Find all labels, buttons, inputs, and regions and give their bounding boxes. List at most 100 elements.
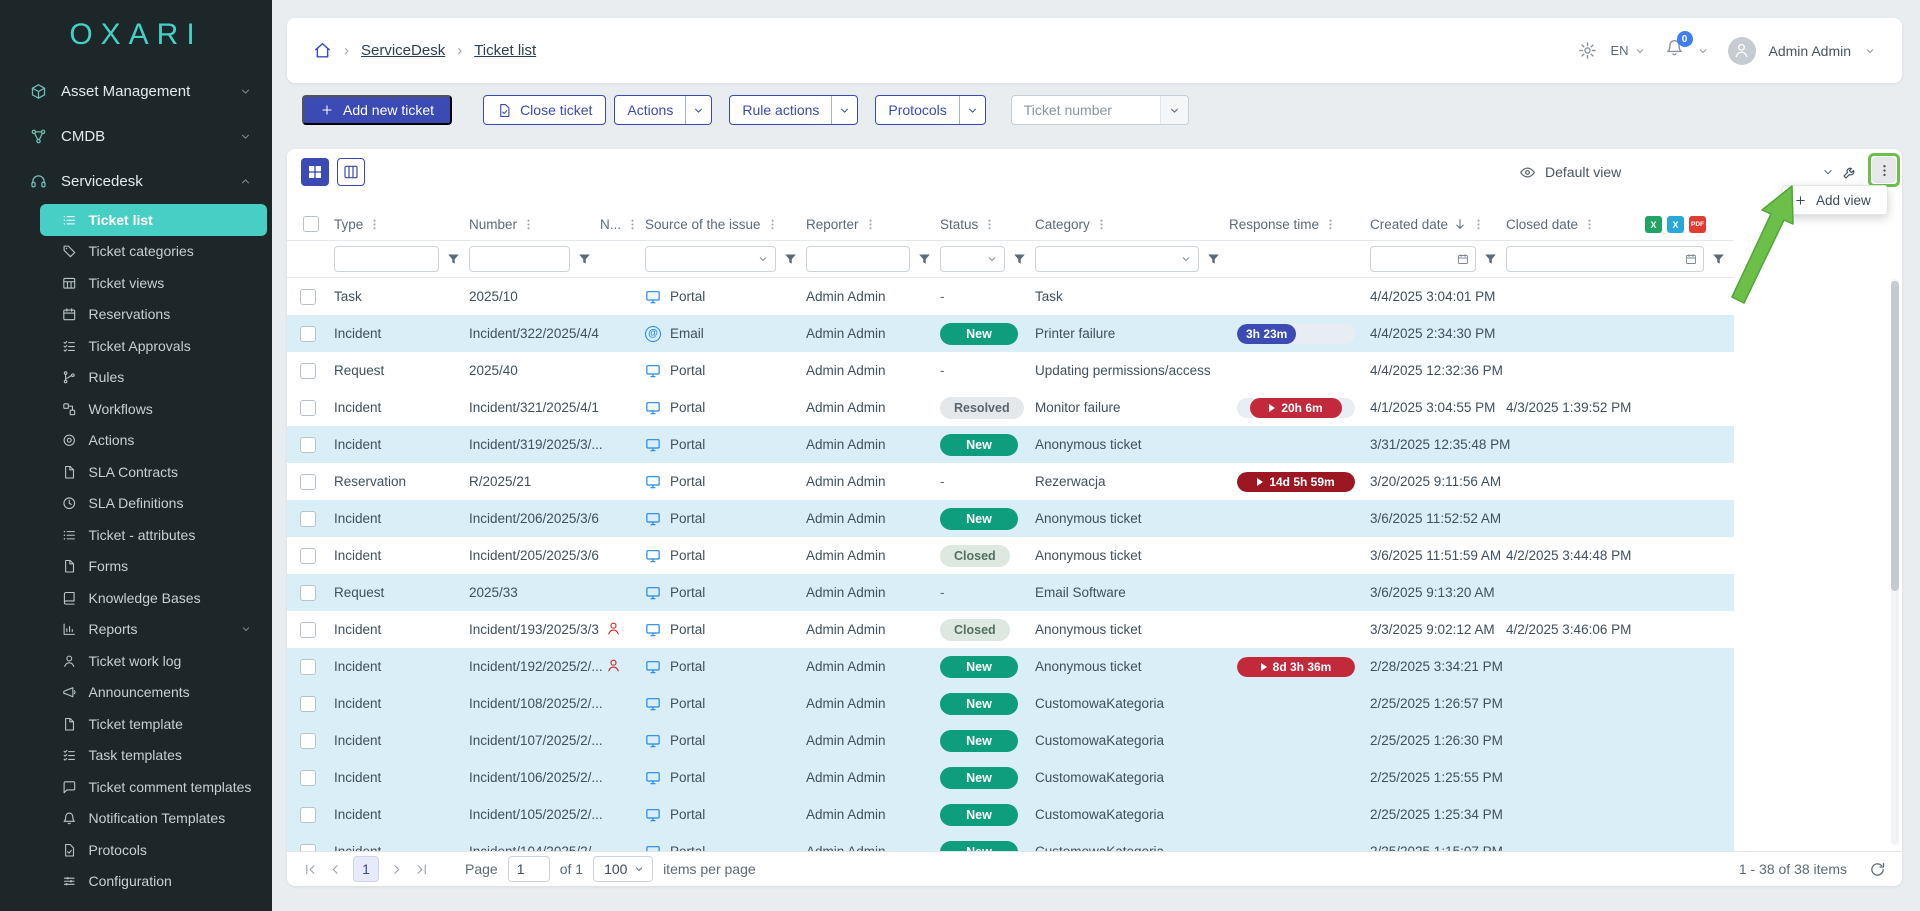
ticket-row[interactable]: IncidentIncident/319/2025/3/...PortalAdm… bbox=[287, 426, 1734, 463]
sidebar-item-workflows[interactable]: Workflows bbox=[0, 393, 272, 425]
ticket-number-select[interactable]: Ticket number bbox=[1011, 95, 1189, 125]
filter-status-input[interactable] bbox=[941, 247, 986, 271]
ticket-row[interactable]: Request2025/40PortalAdmin Admin-Updating… bbox=[287, 352, 1734, 389]
refresh-icon[interactable] bbox=[1869, 861, 1886, 878]
view-menu-button[interactable] bbox=[1872, 157, 1896, 183]
sidebar-item-reservations[interactable]: Reservations bbox=[0, 299, 272, 331]
ticket-row[interactable]: IncidentIncident/105/2025/2/...PortalAdm… bbox=[287, 796, 1734, 833]
sidebar-item-ticket-views[interactable]: Ticket views bbox=[0, 267, 272, 299]
page-size-select[interactable]: 100 bbox=[593, 856, 653, 882]
filter-number-box[interactable] bbox=[469, 246, 570, 272]
sidebar-item-asset-management[interactable]: Asset Management bbox=[0, 69, 272, 114]
user-menu[interactable]: Admin Admin bbox=[1769, 43, 1851, 59]
filter-funnel-icon[interactable] bbox=[917, 252, 932, 267]
column-view-toggle[interactable] bbox=[337, 158, 365, 186]
filter-created-box[interactable] bbox=[1370, 246, 1476, 272]
filter-closed-input[interactable] bbox=[1507, 247, 1685, 271]
ticket-row[interactable]: IncidentIncident/107/2025/2/...PortalAdm… bbox=[287, 722, 1734, 759]
column-menu-icon[interactable] bbox=[1324, 218, 1337, 231]
row-checkbox[interactable] bbox=[300, 622, 316, 638]
close-ticket-button[interactable]: Close ticket bbox=[483, 95, 606, 125]
sidebar-item-ticket-work-log[interactable]: Ticket work log bbox=[0, 645, 272, 677]
first-page-button[interactable] bbox=[303, 862, 318, 877]
brand-logo[interactable]: OXARI bbox=[0, 0, 272, 69]
column-menu-icon[interactable] bbox=[1095, 218, 1108, 231]
filter-funnel-icon[interactable] bbox=[1483, 252, 1498, 267]
sidebar-item-sla-contracts[interactable]: SLA Contracts bbox=[0, 456, 272, 488]
filter-funnel-icon[interactable] bbox=[1012, 252, 1027, 267]
column-header-created[interactable]: Created date bbox=[1370, 217, 1506, 232]
ticket-row[interactable]: IncidentIncident/322/2025/4/4@EmailAdmin… bbox=[287, 315, 1734, 352]
settings-gear-icon[interactable] bbox=[1578, 41, 1597, 60]
column-menu-icon[interactable] bbox=[368, 218, 381, 231]
column-header-type[interactable]: Type bbox=[334, 217, 469, 232]
filter-funnel-icon[interactable] bbox=[1206, 252, 1221, 267]
ticket-row[interactable]: IncidentIncident/206/2025/3/6PortalAdmin… bbox=[287, 500, 1734, 537]
filter-type-input[interactable] bbox=[335, 247, 438, 271]
row-checkbox[interactable] bbox=[300, 585, 316, 601]
sidebar-item-forms[interactable]: Forms bbox=[0, 551, 272, 583]
column-menu-icon[interactable] bbox=[983, 218, 996, 231]
column-header-source[interactable]: Source of the issue bbox=[645, 217, 806, 232]
chevron-down-icon[interactable] bbox=[1864, 45, 1876, 57]
row-checkbox[interactable] bbox=[300, 511, 316, 527]
avatar[interactable] bbox=[1728, 37, 1756, 65]
protocols-dropdown[interactable]: Protocols bbox=[875, 95, 985, 125]
add-view-menu-item[interactable]: Add view bbox=[1783, 186, 1887, 214]
ticket-row[interactable]: IncidentIncident/321/2025/4/1PortalAdmin… bbox=[287, 389, 1734, 426]
column-header-status[interactable]: Status bbox=[940, 217, 1035, 232]
filter-funnel-icon[interactable] bbox=[577, 252, 592, 267]
ticket-row[interactable]: Task2025/10PortalAdmin Admin-Task4/4/202… bbox=[287, 278, 1734, 315]
filter-number-input[interactable] bbox=[470, 247, 569, 271]
row-checkbox[interactable] bbox=[300, 474, 316, 490]
column-menu-icon[interactable] bbox=[626, 218, 639, 231]
row-checkbox[interactable] bbox=[300, 548, 316, 564]
row-checkbox[interactable] bbox=[300, 659, 316, 675]
scrollbar-thumb[interactable] bbox=[1891, 281, 1899, 591]
sidebar-item-task-templates[interactable]: Task templates bbox=[0, 740, 272, 772]
column-header-category[interactable]: Category bbox=[1035, 217, 1229, 232]
sidebar-item-servicedesk[interactable]: Servicedesk bbox=[0, 159, 272, 204]
next-page-button[interactable] bbox=[389, 862, 404, 877]
sidebar-item-ticket-attributes[interactable]: Ticket - attributes bbox=[0, 519, 272, 551]
column-menu-icon[interactable] bbox=[766, 218, 779, 231]
sidebar-item-protocols[interactable]: Protocols bbox=[0, 834, 272, 866]
page-number-input[interactable] bbox=[508, 856, 550, 882]
sidebar-item-configuration[interactable]: Configuration bbox=[0, 866, 272, 898]
current-page-button[interactable]: 1 bbox=[353, 856, 379, 882]
breadcrumb-servicedesk[interactable]: ServiceDesk bbox=[361, 42, 445, 59]
ticket-row[interactable]: IncidentIncident/193/2025/3/3PortalAdmin… bbox=[287, 611, 1734, 648]
ticket-row[interactable]: Request2025/33PortalAdmin Admin-Email So… bbox=[287, 574, 1734, 611]
view-settings-button[interactable] bbox=[1836, 158, 1864, 186]
grid-view-toggle[interactable] bbox=[301, 158, 329, 186]
filter-funnel-icon[interactable] bbox=[1711, 252, 1726, 267]
filter-category-input[interactable] bbox=[1036, 247, 1180, 271]
ticket-row[interactable]: ReservationR/2025/21PortalAdmin Admin-Re… bbox=[287, 463, 1734, 500]
ticket-row[interactable]: IncidentIncident/106/2025/2/...PortalAdm… bbox=[287, 759, 1734, 796]
ticket-row[interactable]: IncidentIncident/192/2025/2/...PortalAdm… bbox=[287, 648, 1734, 685]
sidebar-item-ticket-template[interactable]: Ticket template bbox=[0, 708, 272, 740]
last-page-button[interactable] bbox=[414, 862, 429, 877]
sidebar-item-actions[interactable]: Actions bbox=[0, 425, 272, 457]
sidebar-item-knowledge-bases[interactable]: Knowledge Bases bbox=[0, 582, 272, 614]
filter-reporter-box[interactable] bbox=[806, 246, 910, 272]
column-header-note[interactable]: N... bbox=[600, 217, 645, 232]
vertical-scrollbar[interactable] bbox=[1891, 279, 1899, 845]
sidebar-item-announcements[interactable]: Announcements bbox=[0, 677, 272, 709]
filter-funnel-icon[interactable] bbox=[446, 252, 461, 267]
actions-dropdown[interactable]: Actions bbox=[614, 95, 712, 125]
column-header-response_time[interactable]: Response time bbox=[1229, 217, 1370, 232]
notifications-button[interactable]: 0 bbox=[1665, 38, 1684, 63]
home-icon[interactable] bbox=[313, 41, 332, 60]
filter-closed-box[interactable] bbox=[1506, 246, 1704, 272]
sidebar-item-reports[interactable]: Reports bbox=[0, 614, 272, 646]
rule-actions-dropdown[interactable]: Rule actions bbox=[729, 95, 858, 125]
row-checkbox[interactable] bbox=[300, 326, 316, 342]
row-checkbox[interactable] bbox=[300, 770, 316, 786]
filter-created-input[interactable] bbox=[1371, 247, 1457, 271]
ticket-row[interactable]: IncidentIncident/205/2025/3/6PortalAdmin… bbox=[287, 537, 1734, 574]
column-menu-icon[interactable] bbox=[1583, 218, 1596, 231]
row-checkbox[interactable] bbox=[300, 807, 316, 823]
select-all-checkbox[interactable] bbox=[303, 216, 319, 232]
breadcrumb-ticket-list[interactable]: Ticket list bbox=[474, 42, 536, 59]
